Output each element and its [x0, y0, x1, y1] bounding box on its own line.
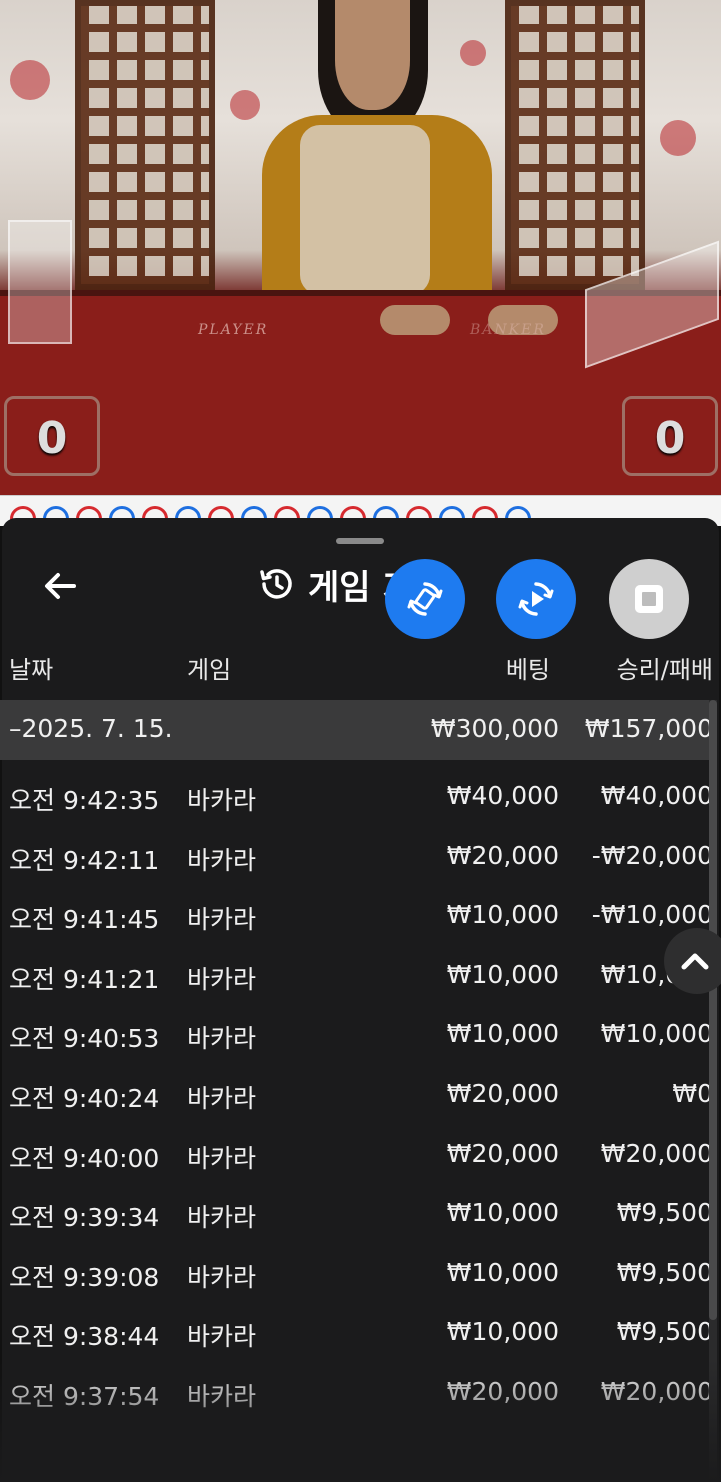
column-header-bet[interactable]: 베팅 [460, 650, 550, 685]
column-header-win-loss[interactable]: 승리/패배 [560, 650, 713, 685]
row-time: 오전 9:38:44 [9, 1322, 160, 1352]
date-group-bet-total: ₩300,000 [430, 714, 559, 743]
row-result: ₩20,000 [600, 1377, 713, 1406]
row-time: 오전 9:40:00 [9, 1143, 160, 1173]
history-icon [260, 569, 292, 599]
blossom-decor [230, 90, 260, 120]
row-time: 오전 9:39:34 [9, 1203, 160, 1233]
row-result: ₩40,000 [600, 781, 713, 810]
rotate-swap-icon [407, 582, 443, 616]
row-result: ₩10,000 [600, 1019, 713, 1049]
blossom-decor [10, 60, 50, 100]
row-time: 오전 9:39:08 [9, 1262, 160, 1292]
row-bet: ₩20,000 [446, 1377, 559, 1406]
row-bet: ₩10,000 [446, 1019, 559, 1049]
sheet-drag-handle[interactable] [336, 538, 384, 544]
row-time: 오전 9:40:24 [9, 1084, 160, 1113]
row-bet: ₩10,000 [446, 1317, 559, 1347]
blossom-decor [460, 40, 486, 66]
row-result: ₩0 [672, 1079, 713, 1108]
row-bet: ₩20,000 [446, 840, 559, 870]
row-game: 바카라 [187, 786, 257, 815]
row-game: 바카라 [187, 964, 257, 994]
row-time: 오전 9:42:11 [9, 845, 160, 875]
date-group-label: –2025. 7. 15. [9, 714, 173, 743]
card-deck [8, 220, 72, 344]
row-bet: ₩20,000 [446, 1138, 559, 1168]
banker-table-label: BANKER [470, 322, 546, 338]
replay-icon [518, 582, 554, 616]
swap-seat-button[interactable] [385, 559, 465, 639]
stop-icon [635, 585, 663, 613]
row-game: 바카라 [187, 1143, 257, 1173]
row-game: 바카라 [187, 1262, 257, 1292]
dealer-vest [300, 125, 430, 295]
chevron-up-icon [681, 953, 709, 970]
lattice-screen-right [505, 0, 645, 290]
live-video-stream: PLAYER BANKER 0 0 [0, 0, 721, 495]
blossom-decor [660, 120, 696, 156]
row-game: 바카라 [187, 1024, 257, 1054]
scrollbar-thumb[interactable] [709, 700, 717, 1320]
row-time: 오전 9:40:53 [9, 1024, 160, 1054]
row-bet: ₩10,000 [446, 900, 559, 930]
row-result: ₩9,500 [616, 1257, 713, 1287]
row-time: 오전 9:42:35 [9, 786, 160, 815]
scroll-to-top-button[interactable] [664, 928, 721, 994]
row-game: 바카라 [187, 1382, 257, 1411]
row-result: ₩9,500 [616, 1198, 713, 1228]
back-button[interactable] [40, 566, 80, 606]
row-game: 바카라 [187, 1084, 257, 1113]
row-result: ₩20,000 [600, 1138, 713, 1168]
row-game: 바카라 [187, 1203, 257, 1233]
row-bet: ₩40,000 [446, 781, 559, 810]
row-result: ₩9,500 [616, 1317, 713, 1347]
row-bet: ₩10,000 [446, 1198, 559, 1228]
row-result: -₩10,000 [591, 900, 713, 930]
row-game: 바카라 [187, 1322, 257, 1352]
arrow-left-icon [45, 573, 76, 599]
dealer-hand-left [380, 305, 450, 335]
player-table-label: PLAYER [198, 322, 269, 338]
row-bet: ₩10,000 [446, 959, 559, 989]
banker-score: 0 [622, 396, 718, 476]
column-header-date[interactable]: 날짜 [9, 650, 53, 685]
row-game: 바카라 [187, 905, 257, 935]
row-game: 바카라 [187, 845, 257, 875]
row-time: 오전 9:37:54 [9, 1382, 160, 1411]
player-score: 0 [4, 396, 100, 476]
row-result: -₩20,000 [591, 840, 713, 870]
row-bet: ₩10,000 [446, 1257, 559, 1287]
row-bet: ₩20,000 [446, 1079, 559, 1108]
row-time: 오전 9:41:21 [9, 964, 160, 994]
date-group-win-loss-total: ₩157,000 [584, 714, 713, 743]
column-header-game[interactable]: 게임 [187, 650, 231, 685]
dealer-face [335, 0, 410, 110]
row-time: 오전 9:41:45 [9, 905, 160, 935]
replay-button[interactable] [496, 559, 576, 639]
lattice-screen-left [75, 0, 215, 290]
stop-button[interactable] [609, 559, 689, 639]
